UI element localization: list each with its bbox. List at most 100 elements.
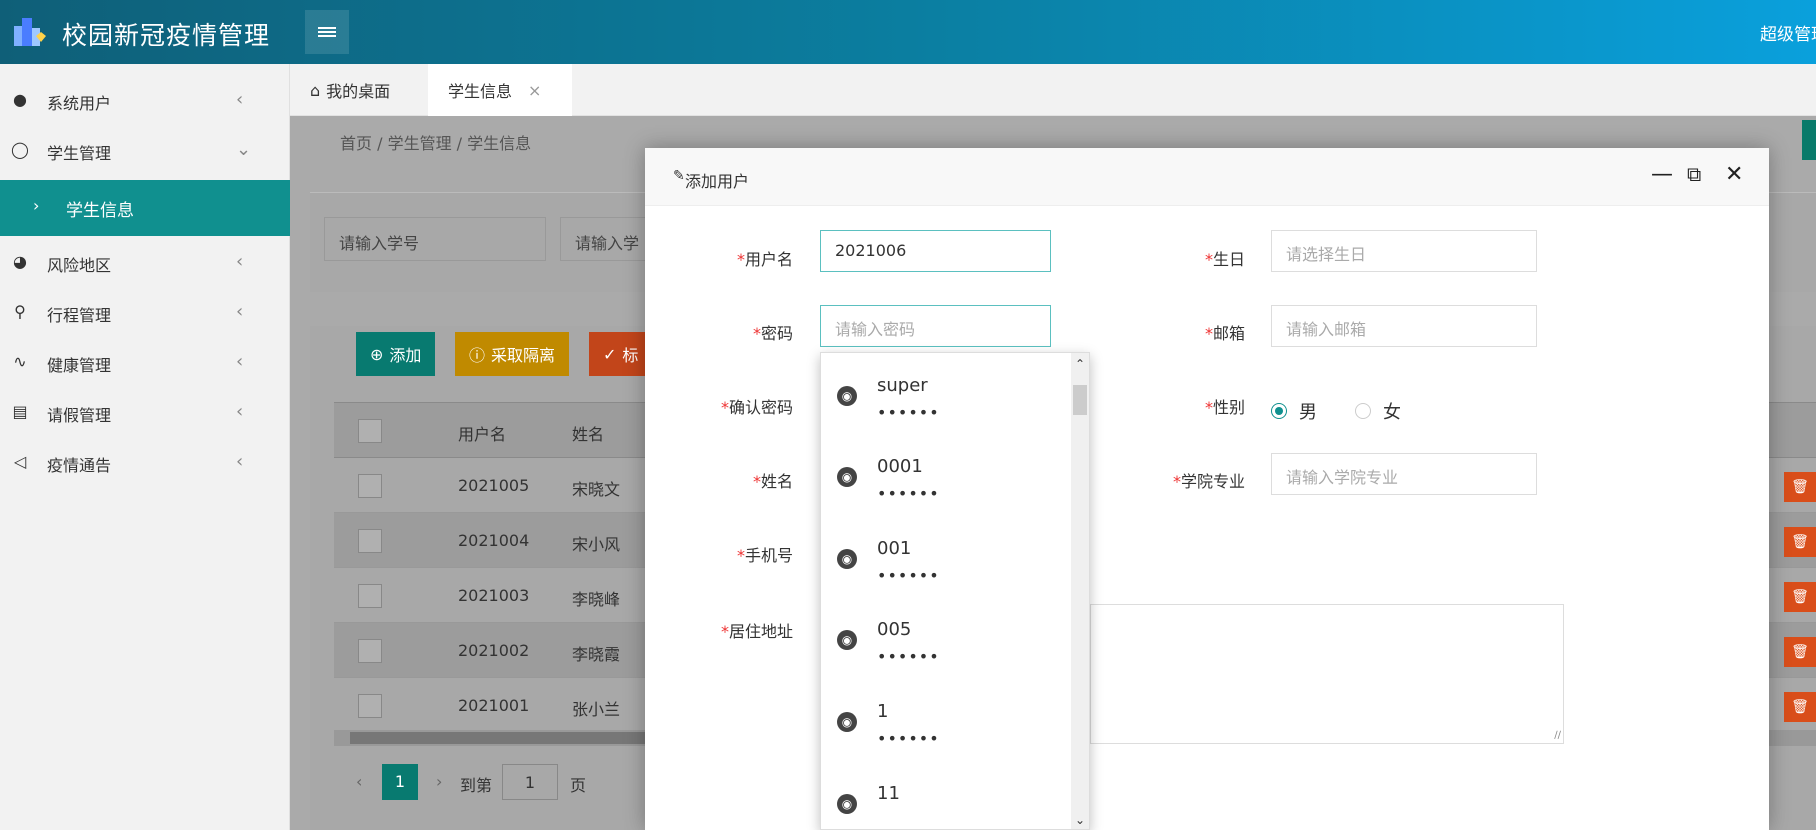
home-icon: ⌂ <box>310 80 321 100</box>
col-header-username: 用户名 <box>458 425 507 444</box>
row-checkbox[interactable] <box>358 529 382 553</box>
autocomplete-item[interactable]: ◉ 001 •••••• <box>821 516 1073 596</box>
sidebar-item-system-users[interactable]: ● 系统用户 ‹ <box>0 76 290 124</box>
gender-female-radio[interactable]: 女 <box>1355 398 1401 424</box>
phone-label: *手机号 <box>673 542 793 566</box>
close-icon[interactable]: × <box>528 81 541 100</box>
speaker-icon: ◁ <box>13 452 27 471</box>
name-label: *姓名 <box>673 468 793 492</box>
add-user-modal: ✎ 添加用户 — ⧉ ✕ *用户名 2021006 *密码 请输入密码 *确认密… <box>645 148 1769 830</box>
delete-icon[interactable]: 🗑 <box>1784 582 1816 612</box>
mark-button[interactable]: ✓ 标 <box>589 332 649 376</box>
chevron-left-icon: ‹ <box>236 401 244 422</box>
breadcrumb: 首页 / 学生管理 / 学生信息 <box>340 134 532 153</box>
maximize-icon[interactable]: ⧉ <box>1687 162 1701 186</box>
chart-pie-icon: ◕ <box>13 252 27 271</box>
autocomplete-password: •••••• <box>877 403 940 422</box>
minimize-icon[interactable]: — <box>1651 162 1673 187</box>
prev-page-icon[interactable]: ‹ <box>356 772 362 791</box>
scroll-down-icon[interactable]: ⌄ <box>1071 813 1089 827</box>
required-mark: * <box>720 398 729 417</box>
sidebar-item-student-management[interactable]: ◯ 学生管理 ⌄ <box>0 126 290 174</box>
page-1-button[interactable]: 1 <box>382 764 418 800</box>
cell-username: 2021001 <box>458 696 530 715</box>
delete-icon[interactable]: 🗑 <box>1784 637 1816 667</box>
autocomplete-item[interactable]: ◉ 005 •••••• <box>821 597 1073 677</box>
cell-name: 宋小风 <box>572 535 621 554</box>
delete-icon[interactable]: 🗑 <box>1784 692 1816 722</box>
username-input[interactable]: 2021006 <box>820 230 1051 272</box>
delete-icon[interactable]: 🗑 <box>1784 472 1816 502</box>
field-label: 姓名 <box>760 472 793 491</box>
cell-username: 2021003 <box>458 586 530 605</box>
password-autocomplete-dropdown[interactable]: ◉ super •••••• ◉ 0001 •••••• ◉ 001 •••••… <box>820 352 1090 830</box>
cell-name: 李晓峰 <box>572 590 621 609</box>
chevron-left-icon: ‹ <box>236 89 244 110</box>
sidebar-item-health[interactable]: ∿ 健康管理 ‹ <box>0 338 290 386</box>
row-checkbox[interactable] <box>358 584 382 608</box>
sidebar-item-label: 健康管理 <box>47 356 112 375</box>
password-input[interactable]: 请输入密码 <box>820 305 1051 347</box>
top-header: 校园新冠疫情管理 超级管理员 <box>0 0 1816 64</box>
tab-student-info[interactable]: 学生信息 × <box>428 64 572 116</box>
isolate-button[interactable]: ⓘ 采取隔离 <box>455 332 570 376</box>
required-mark: * <box>736 546 745 565</box>
scroll-thumb[interactable] <box>1073 385 1087 415</box>
required-mark: * <box>752 324 761 343</box>
address-textarea[interactable]: ∕∕ <box>1090 604 1564 744</box>
sidebar-item-label: 请假管理 <box>47 406 112 425</box>
required-mark: * <box>1204 324 1213 343</box>
autocomplete-password: •••••• <box>877 566 940 585</box>
sidebar-subitem-label: 学生信息 <box>66 201 134 221</box>
autocomplete-item[interactable]: ◉ 1 •••••• <box>821 679 1073 759</box>
location-icon: ⚲ <box>14 302 26 321</box>
autocomplete-username: 11 <box>877 783 900 804</box>
cell-name: 李晓霞 <box>572 645 621 664</box>
student-no-search-input[interactable]: 请输入学号 <box>324 217 546 261</box>
sidebar-subitem-student-info[interactable]: › 学生信息 <box>0 180 290 236</box>
sidebar-item-label: 系统用户 <box>47 94 112 113</box>
row-checkbox[interactable] <box>358 694 382 718</box>
field-label: 学院专业 <box>1180 472 1245 491</box>
dropdown-scrollbar[interactable]: ⌃ ⌄ <box>1071 353 1089 829</box>
autocomplete-item[interactable]: ◉ 11 <box>821 761 1073 829</box>
menu-toggle-button[interactable] <box>305 10 349 54</box>
birthday-input[interactable]: 请选择生日 <box>1271 230 1537 272</box>
field-label: 手机号 <box>744 546 793 565</box>
autocomplete-username: 0001 <box>877 456 923 477</box>
required-mark: * <box>1172 472 1181 491</box>
autocomplete-item[interactable]: ◉ super •••••• <box>821 353 1073 433</box>
email-input[interactable]: 请输入邮箱 <box>1271 305 1537 347</box>
corner-button[interactable] <box>1802 120 1816 160</box>
autocomplete-username: 1 <box>877 701 889 722</box>
field-label: 邮箱 <box>1212 324 1245 343</box>
page-input[interactable]: 1 <box>502 764 558 800</box>
sidebar-item-itinerary[interactable]: ⚲ 行程管理 ‹ <box>0 288 290 336</box>
close-icon[interactable]: ✕ <box>1725 162 1743 187</box>
gender-male-radio[interactable]: 男 <box>1271 398 1317 424</box>
scroll-up-icon[interactable]: ⌃ <box>1071 357 1089 371</box>
campus-logo-icon <box>12 14 48 50</box>
scroll-thumb[interactable] <box>350 732 680 744</box>
autocomplete-username: super <box>877 375 928 396</box>
sidebar-item-label: 风险地区 <box>47 256 112 275</box>
field-label: 密码 <box>760 324 793 343</box>
autocomplete-item[interactable]: ◉ 0001 •••••• <box>821 434 1073 514</box>
radio-checked-icon <box>1271 403 1287 419</box>
next-page-icon[interactable]: › <box>436 772 442 791</box>
resize-handle-icon[interactable]: ∕∕ <box>1554 730 1561 741</box>
modal-title: 添加用户 <box>685 172 750 191</box>
chevron-left-icon: ‹ <box>236 301 244 322</box>
select-all-checkbox[interactable] <box>358 419 382 443</box>
admin-user-menu[interactable]: 超级管理员 <box>1760 20 1816 45</box>
row-checkbox[interactable] <box>358 639 382 663</box>
sidebar-item-label: 学生管理 <box>47 144 112 163</box>
row-checkbox[interactable] <box>358 474 382 498</box>
sidebar-item-leave[interactable]: ▤ 请假管理 ‹ <box>0 388 290 436</box>
major-input[interactable]: 请输入学院专业 <box>1271 453 1537 495</box>
tab-desktop[interactable]: ⌂ 我的桌面 <box>310 64 390 116</box>
delete-icon[interactable]: 🗑 <box>1784 527 1816 557</box>
sidebar-item-risk-areas[interactable]: ◕ 风险地区 ‹ <box>0 238 290 286</box>
add-button[interactable]: ⊕ 添加 <box>356 332 436 376</box>
sidebar-item-notices[interactable]: ◁ 疫情通告 ‹ <box>0 438 290 486</box>
